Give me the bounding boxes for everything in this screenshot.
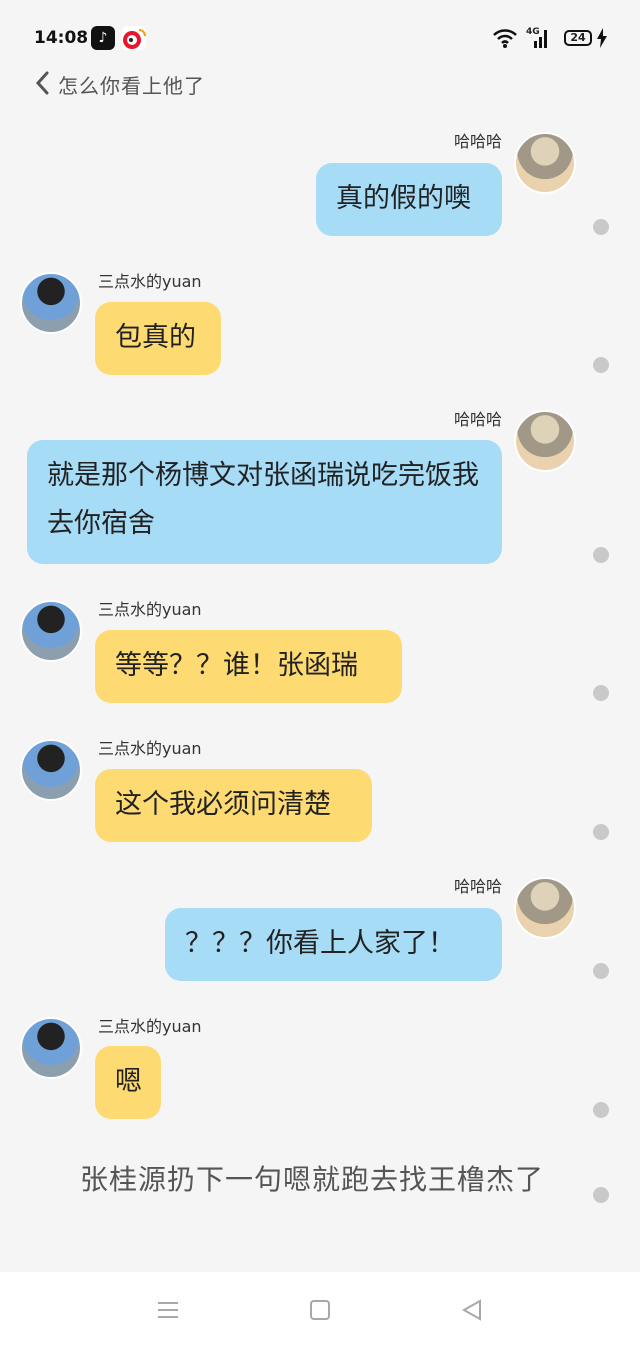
sender-name: 三点水的yuan	[98, 739, 202, 758]
battery-indicator: 24	[564, 30, 592, 46]
sender-name: 哈哈哈	[453, 877, 502, 896]
system-navigation-bar	[0, 1272, 640, 1351]
avatar-yuan[interactable]	[20, 1017, 82, 1079]
status-dot	[593, 963, 609, 979]
home-square-icon[interactable]	[306, 1296, 334, 1324]
signal-icon	[534, 30, 547, 48]
sender-name: 三点水的yuan	[98, 272, 202, 291]
status-bar: 14:08 ♪ 4G 24	[0, 0, 640, 70]
message-bubble-right[interactable]: ？？？你看上人家了！	[165, 908, 502, 981]
avatar-haha[interactable]	[514, 877, 576, 939]
status-dot	[593, 824, 609, 840]
chat-title: 怎么你看上他了	[58, 74, 205, 98]
menu-icon[interactable]	[154, 1296, 182, 1324]
back-chevron-icon[interactable]	[34, 70, 50, 96]
charging-bolt-icon	[597, 28, 607, 48]
message-bubble-left[interactable]: 等等？？谁！张函瑞	[95, 630, 402, 703]
status-dot	[593, 219, 609, 235]
chat-header: 怎么你看上他了	[0, 62, 640, 106]
sender-name: 哈哈哈	[453, 410, 502, 429]
message-bubble-left[interactable]: 这个我必须问清楚	[95, 769, 372, 842]
back-triangle-icon[interactable]	[458, 1296, 486, 1324]
avatar-yuan[interactable]	[20, 272, 82, 334]
message-bubble-left[interactable]: 嗯	[95, 1046, 161, 1119]
status-dot	[593, 1102, 609, 1118]
sender-name: 哈哈哈	[453, 132, 502, 151]
avatar-haha[interactable]	[514, 410, 576, 472]
avatar-haha[interactable]	[514, 132, 576, 194]
avatar-yuan[interactable]	[20, 600, 82, 662]
message-bubble-right[interactable]: 真的假的噢	[316, 163, 502, 236]
sender-name: 三点水的yuan	[98, 600, 202, 619]
status-dot	[593, 357, 609, 373]
avatar-yuan[interactable]	[20, 739, 82, 801]
status-dot	[593, 1187, 609, 1203]
status-dot	[593, 547, 609, 563]
message-bubble-left[interactable]: 包真的	[95, 302, 221, 375]
status-dot	[593, 685, 609, 701]
status-time: 14:08	[34, 28, 89, 48]
message-bubble-right[interactable]: 就是那个杨博文对张函瑞说吃完饭我去你宿舍	[27, 440, 502, 564]
wifi-icon	[493, 29, 517, 48]
sender-name: 三点水的yuan	[98, 1017, 202, 1036]
weibo-app-icon	[122, 26, 146, 50]
tiktok-app-icon: ♪	[91, 26, 115, 50]
narration-text: 张桂源扔下一句嗯就跑去找王橹杰了	[80, 1163, 545, 1196]
